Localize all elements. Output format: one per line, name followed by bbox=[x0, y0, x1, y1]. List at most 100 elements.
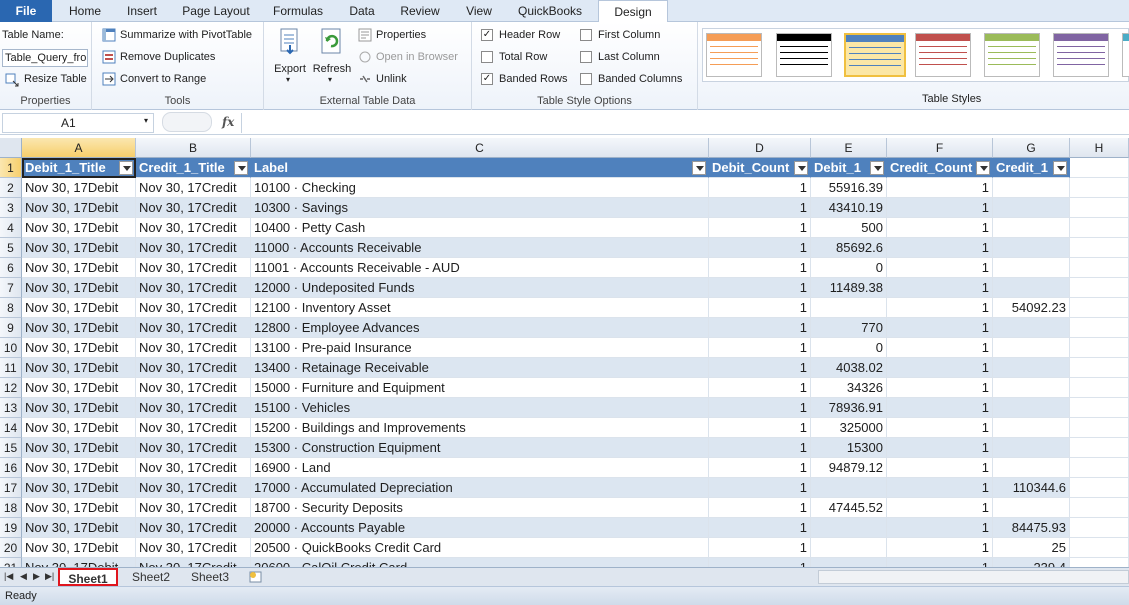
table-cell[interactable]: Nov 30, 17Debit bbox=[22, 518, 136, 538]
row-header[interactable]: 2 bbox=[0, 178, 22, 198]
table-cell[interactable]: Nov 30, 17Debit bbox=[22, 338, 136, 358]
row-header[interactable]: 5 bbox=[0, 238, 22, 258]
summarize-pivot-button[interactable]: Summarize with PivotTable bbox=[120, 29, 252, 41]
row-header[interactable]: 10 bbox=[0, 338, 22, 358]
table-cell[interactable]: Nov 30, 17Debit bbox=[22, 178, 136, 198]
empty-cell[interactable] bbox=[1070, 398, 1129, 418]
tab-view[interactable]: View bbox=[458, 0, 500, 22]
table-cell[interactable]: Nov 30, 17Credit bbox=[136, 298, 251, 318]
table-cell[interactable]: 500 bbox=[811, 218, 887, 238]
row-header[interactable]: 20 bbox=[0, 538, 22, 558]
table-cell[interactable]: Nov 30, 17Debit bbox=[22, 398, 136, 418]
table-cell[interactable] bbox=[993, 258, 1070, 278]
table-cell[interactable]: 1 bbox=[709, 358, 811, 378]
column-header-c[interactable]: C bbox=[251, 138, 709, 158]
table-cell[interactable]: 325000 bbox=[811, 418, 887, 438]
table-header-cell[interactable]: Credit_1_Title bbox=[136, 158, 251, 178]
table-cell[interactable]: 15300 bbox=[811, 438, 887, 458]
last-column-checkbox[interactable] bbox=[580, 51, 592, 63]
table-cell[interactable]: 1 bbox=[709, 458, 811, 478]
table-cell[interactable]: 1 bbox=[709, 338, 811, 358]
table-cell[interactable]: 1 bbox=[709, 378, 811, 398]
table-cell[interactable]: 18700 · Security Deposits bbox=[251, 498, 709, 518]
column-header-a[interactable]: A bbox=[22, 138, 136, 158]
table-header-cell[interactable]: Credit_1 bbox=[993, 158, 1070, 178]
table-cell[interactable]: 12800 · Employee Advances bbox=[251, 318, 709, 338]
export-button[interactable]: Export bbox=[270, 63, 310, 75]
empty-cell[interactable] bbox=[1070, 438, 1129, 458]
table-cell[interactable]: 1 bbox=[887, 198, 993, 218]
table-cell[interactable]: 94879.12 bbox=[811, 458, 887, 478]
table-cell[interactable]: 4038.02 bbox=[811, 358, 887, 378]
table-cell[interactable] bbox=[993, 438, 1070, 458]
column-header-h[interactable]: H bbox=[1070, 138, 1129, 158]
sheet-tab-sheet3[interactable]: Sheet3 bbox=[183, 568, 237, 586]
resize-table-button[interactable]: Resize Table bbox=[24, 73, 87, 85]
row-header[interactable]: 15 bbox=[0, 438, 22, 458]
table-cell[interactable]: 84475.93 bbox=[993, 518, 1070, 538]
table-cell[interactable] bbox=[993, 178, 1070, 198]
table-cell[interactable]: 1 bbox=[887, 278, 993, 298]
table-cell[interactable]: Nov 30, 17Credit bbox=[136, 438, 251, 458]
table-cell[interactable] bbox=[993, 318, 1070, 338]
table-cell[interactable]: 1 bbox=[709, 318, 811, 338]
table-cell[interactable]: Nov 30, 17Debit bbox=[22, 298, 136, 318]
row-header[interactable]: 16 bbox=[0, 458, 22, 478]
table-cell[interactable]: 1 bbox=[887, 438, 993, 458]
sheet-tab-sheet1[interactable]: Sheet1 bbox=[58, 568, 118, 586]
horizontal-scrollbar[interactable] bbox=[818, 570, 1129, 584]
table-cell[interactable] bbox=[811, 518, 887, 538]
empty-cell[interactable] bbox=[1070, 198, 1129, 218]
table-cell[interactable]: 47445.52 bbox=[811, 498, 887, 518]
tab-insert[interactable]: Insert bbox=[118, 0, 166, 22]
empty-cell[interactable] bbox=[1070, 278, 1129, 298]
total-row-checkbox[interactable] bbox=[481, 51, 493, 63]
table-cell[interactable] bbox=[993, 278, 1070, 298]
table-cell[interactable]: Nov 30, 17Debit bbox=[22, 238, 136, 258]
convert-range-button[interactable]: Convert to Range bbox=[120, 73, 206, 85]
table-cell[interactable]: 54092.23 bbox=[993, 298, 1070, 318]
column-header-b[interactable]: B bbox=[136, 138, 251, 158]
fx-icon[interactable]: fx bbox=[222, 115, 234, 129]
table-style-swatch[interactable] bbox=[1053, 33, 1109, 77]
table-cell[interactable]: Nov 30, 17Debit bbox=[22, 198, 136, 218]
table-cell[interactable]: 11000 · Accounts Receivable bbox=[251, 238, 709, 258]
table-cell[interactable]: 1 bbox=[887, 478, 993, 498]
open-browser-button[interactable]: Open in Browser bbox=[376, 51, 458, 63]
table-style-swatch[interactable] bbox=[706, 33, 762, 77]
table-header-cell[interactable]: Label bbox=[251, 158, 709, 178]
table-cell[interactable]: 1 bbox=[709, 518, 811, 538]
filter-dropdown-icon[interactable] bbox=[976, 161, 990, 175]
filter-dropdown-icon[interactable] bbox=[119, 161, 133, 175]
table-cell[interactable]: Nov 30, 17Credit bbox=[136, 178, 251, 198]
table-cell[interactable]: 110344.6 bbox=[993, 478, 1070, 498]
first-column-checkbox[interactable] bbox=[580, 29, 592, 41]
table-cell[interactable]: 43410.19 bbox=[811, 198, 887, 218]
empty-cell[interactable] bbox=[1070, 518, 1129, 538]
unlink-button[interactable]: Unlink bbox=[376, 73, 407, 85]
table-cell[interactable]: 1 bbox=[887, 418, 993, 438]
table-cell[interactable]: 0 bbox=[811, 258, 887, 278]
refresh-dropdown-icon[interactable]: ▾ bbox=[328, 75, 332, 84]
row-header[interactable]: 11 bbox=[0, 358, 22, 378]
filter-dropdown-icon[interactable] bbox=[870, 161, 884, 175]
table-cell[interactable]: 1 bbox=[709, 298, 811, 318]
table-cell[interactable]: Nov 30, 17Credit bbox=[136, 238, 251, 258]
table-cell[interactable]: 1 bbox=[709, 478, 811, 498]
table-cell[interactable]: 15100 · Vehicles bbox=[251, 398, 709, 418]
table-cell[interactable]: Nov 30, 17Debit bbox=[22, 478, 136, 498]
table-cell[interactable] bbox=[993, 498, 1070, 518]
table-cell[interactable]: 1 bbox=[887, 258, 993, 278]
table-cell[interactable]: 1 bbox=[887, 518, 993, 538]
table-cell[interactable]: Nov 30, 17Credit bbox=[136, 458, 251, 478]
table-cell[interactable]: 1 bbox=[709, 398, 811, 418]
row-header[interactable]: 1 bbox=[0, 158, 22, 178]
empty-cell[interactable] bbox=[1070, 538, 1129, 558]
row-header[interactable]: 14 bbox=[0, 418, 22, 438]
column-header-d[interactable]: D bbox=[709, 138, 811, 158]
empty-cell[interactable] bbox=[1070, 178, 1129, 198]
table-cell[interactable] bbox=[993, 198, 1070, 218]
row-header[interactable]: 8 bbox=[0, 298, 22, 318]
formula-input[interactable] bbox=[241, 113, 1129, 133]
table-cell[interactable]: 1 bbox=[709, 418, 811, 438]
